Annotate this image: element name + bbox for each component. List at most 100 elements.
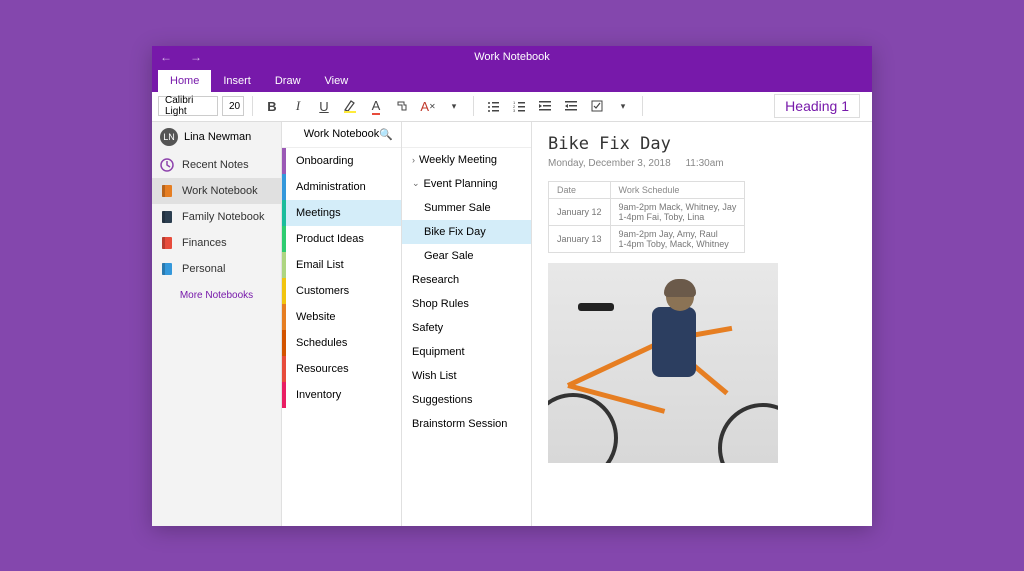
tab-home[interactable]: Home bbox=[158, 70, 211, 92]
table-header: Date bbox=[549, 181, 611, 198]
todo-tag-button[interactable] bbox=[586, 95, 608, 117]
outdent-button[interactable] bbox=[534, 95, 556, 117]
sidebar-item-work-notebook[interactable]: Work Notebook bbox=[152, 178, 281, 204]
page-item[interactable]: Wish List bbox=[402, 364, 531, 388]
page-item[interactable]: Safety bbox=[402, 316, 531, 340]
divider bbox=[642, 96, 643, 116]
section-item[interactable]: Email List bbox=[282, 252, 401, 278]
font-size-select[interactable]: 20 bbox=[222, 96, 244, 116]
page-item-label: Equipment bbox=[412, 346, 465, 358]
ribbon: Calibri Light 20 B I U A A✕ ▾ 123 ▾ Head… bbox=[152, 92, 872, 122]
italic-button[interactable]: I bbox=[287, 95, 309, 117]
user-row[interactable]: LN Lina Newman bbox=[152, 122, 281, 152]
page-item-label: Gear Sale bbox=[424, 250, 474, 262]
sidebar-item-finances[interactable]: Finances bbox=[152, 230, 281, 256]
tab-view[interactable]: View bbox=[313, 70, 361, 92]
page-time: 11:30am bbox=[685, 158, 723, 169]
sidebar-item-family-notebook[interactable]: Family Notebook bbox=[152, 204, 281, 230]
sidebar-item-personal[interactable]: Personal bbox=[152, 256, 281, 282]
ribbon-tabs: HomeInsertDrawView bbox=[152, 68, 872, 92]
section-item[interactable]: Product Ideas bbox=[282, 226, 401, 252]
number-list-button[interactable]: 123 bbox=[508, 95, 530, 117]
page-item-label: Event Planning bbox=[424, 178, 498, 190]
svg-text:3: 3 bbox=[513, 108, 516, 112]
heading-style-button[interactable]: Heading 1 bbox=[774, 94, 860, 118]
sidebar-item-label: Personal bbox=[182, 263, 225, 275]
divider bbox=[473, 96, 474, 116]
sections-column: Work Notebook 🔍 OnboardingAdministration… bbox=[282, 122, 402, 526]
sidebar-item-label: Finances bbox=[182, 237, 227, 249]
avatar: LN bbox=[160, 128, 178, 146]
tab-insert[interactable]: Insert bbox=[211, 70, 263, 92]
format-painter-button[interactable] bbox=[391, 95, 413, 117]
table-cell: 9am-2pm Jay, Amy, Raul1-4pm Toby, Mack, … bbox=[610, 225, 745, 252]
note-content[interactable]: Bike Fix Day Monday, December 3, 2018 11… bbox=[532, 122, 872, 526]
table-cell: January 13 bbox=[549, 225, 611, 252]
page-item[interactable]: Gear Sale bbox=[402, 244, 531, 268]
page-item[interactable]: ⌄Event Planning bbox=[402, 172, 531, 196]
more-notebooks-link[interactable]: More Notebooks bbox=[152, 282, 281, 309]
indent-button[interactable] bbox=[560, 95, 582, 117]
schedule-table: DateWork Schedule January 129am-2pm Mack… bbox=[548, 181, 745, 253]
sections-title: Work Notebook bbox=[304, 128, 380, 140]
forward-arrow-icon[interactable]: → bbox=[190, 50, 202, 64]
notebook-icon bbox=[160, 262, 174, 276]
font-name-select[interactable]: Calibri Light bbox=[158, 96, 218, 116]
bullet-list-button[interactable] bbox=[482, 95, 504, 117]
page-meta: Monday, December 3, 2018 11:30am bbox=[548, 158, 856, 169]
sidebar-item-label: Family Notebook bbox=[182, 211, 265, 223]
section-item[interactable]: Onboarding bbox=[282, 148, 401, 174]
pages-column: ›Weekly Meeting⌄Event Planning Summer Sal… bbox=[402, 122, 532, 526]
note-image bbox=[548, 263, 778, 463]
bold-button[interactable]: B bbox=[261, 95, 283, 117]
section-item[interactable]: Website bbox=[282, 304, 401, 330]
page-title[interactable]: Bike Fix Day bbox=[548, 134, 856, 154]
body-area: LN Lina Newman Recent Notes Work Notebook… bbox=[152, 122, 872, 526]
font-color-button[interactable]: A bbox=[365, 95, 387, 117]
highlight-button[interactable] bbox=[339, 95, 361, 117]
page-item-label: Suggestions bbox=[412, 394, 473, 406]
chevron-right-icon: › bbox=[412, 155, 415, 165]
section-item[interactable]: Customers bbox=[282, 278, 401, 304]
page-item[interactable]: Research bbox=[402, 268, 531, 292]
sidebar-item-label: Work Notebook bbox=[182, 185, 258, 197]
table-row: January 129am-2pm Mack, Whitney, Jay1-4p… bbox=[549, 198, 745, 225]
section-item[interactable]: Schedules bbox=[282, 330, 401, 356]
spacer bbox=[402, 122, 531, 148]
sidebar-item-label: Recent Notes bbox=[182, 159, 249, 171]
sidebar-item-recent-notes[interactable]: Recent Notes bbox=[152, 152, 281, 178]
page-item-label: Research bbox=[412, 274, 459, 286]
section-item[interactable]: Inventory bbox=[282, 382, 401, 408]
page-item-label: Bike Fix Day bbox=[424, 226, 486, 238]
page-item-label: Wish List bbox=[412, 370, 457, 382]
page-date: Monday, December 3, 2018 bbox=[548, 158, 671, 169]
notebook-icon bbox=[160, 184, 174, 198]
section-item[interactable]: Meetings bbox=[282, 200, 401, 226]
page-item[interactable]: Suggestions bbox=[402, 388, 531, 412]
page-item[interactable]: Brainstorm Session bbox=[402, 412, 531, 436]
page-item-label: Summer Sale bbox=[424, 202, 491, 214]
table-row: January 139am-2pm Jay, Amy, Raul1-4pm To… bbox=[549, 225, 745, 252]
page-item-label: Safety bbox=[412, 322, 443, 334]
tab-draw[interactable]: Draw bbox=[263, 70, 313, 92]
app-window: ← → Work Notebook HomeInsertDrawView Cal… bbox=[152, 46, 872, 526]
clear-format-button[interactable]: A✕ bbox=[417, 95, 439, 117]
page-item-label: Brainstorm Session bbox=[412, 418, 507, 430]
back-arrow-icon[interactable]: ← bbox=[160, 50, 172, 64]
title-bar: ← → Work Notebook bbox=[152, 46, 872, 68]
more-font-icon[interactable]: ▾ bbox=[443, 95, 465, 117]
page-item[interactable]: Bike Fix Day bbox=[402, 220, 531, 244]
section-item[interactable]: Resources bbox=[282, 356, 401, 382]
section-item[interactable]: Administration bbox=[282, 174, 401, 200]
user-name: Lina Newman bbox=[184, 131, 251, 143]
page-item[interactable]: Summer Sale bbox=[402, 196, 531, 220]
notebook-icon bbox=[160, 236, 174, 250]
window-title: Work Notebook bbox=[474, 51, 550, 63]
page-item[interactable]: ›Weekly Meeting bbox=[402, 148, 531, 172]
underline-button[interactable]: U bbox=[313, 95, 335, 117]
sections-header: Work Notebook 🔍 bbox=[282, 122, 401, 148]
page-item[interactable]: Equipment bbox=[402, 340, 531, 364]
page-item[interactable]: Shop Rules bbox=[402, 292, 531, 316]
more-para-icon[interactable]: ▾ bbox=[612, 95, 634, 117]
search-icon[interactable]: 🔍 bbox=[379, 128, 393, 141]
